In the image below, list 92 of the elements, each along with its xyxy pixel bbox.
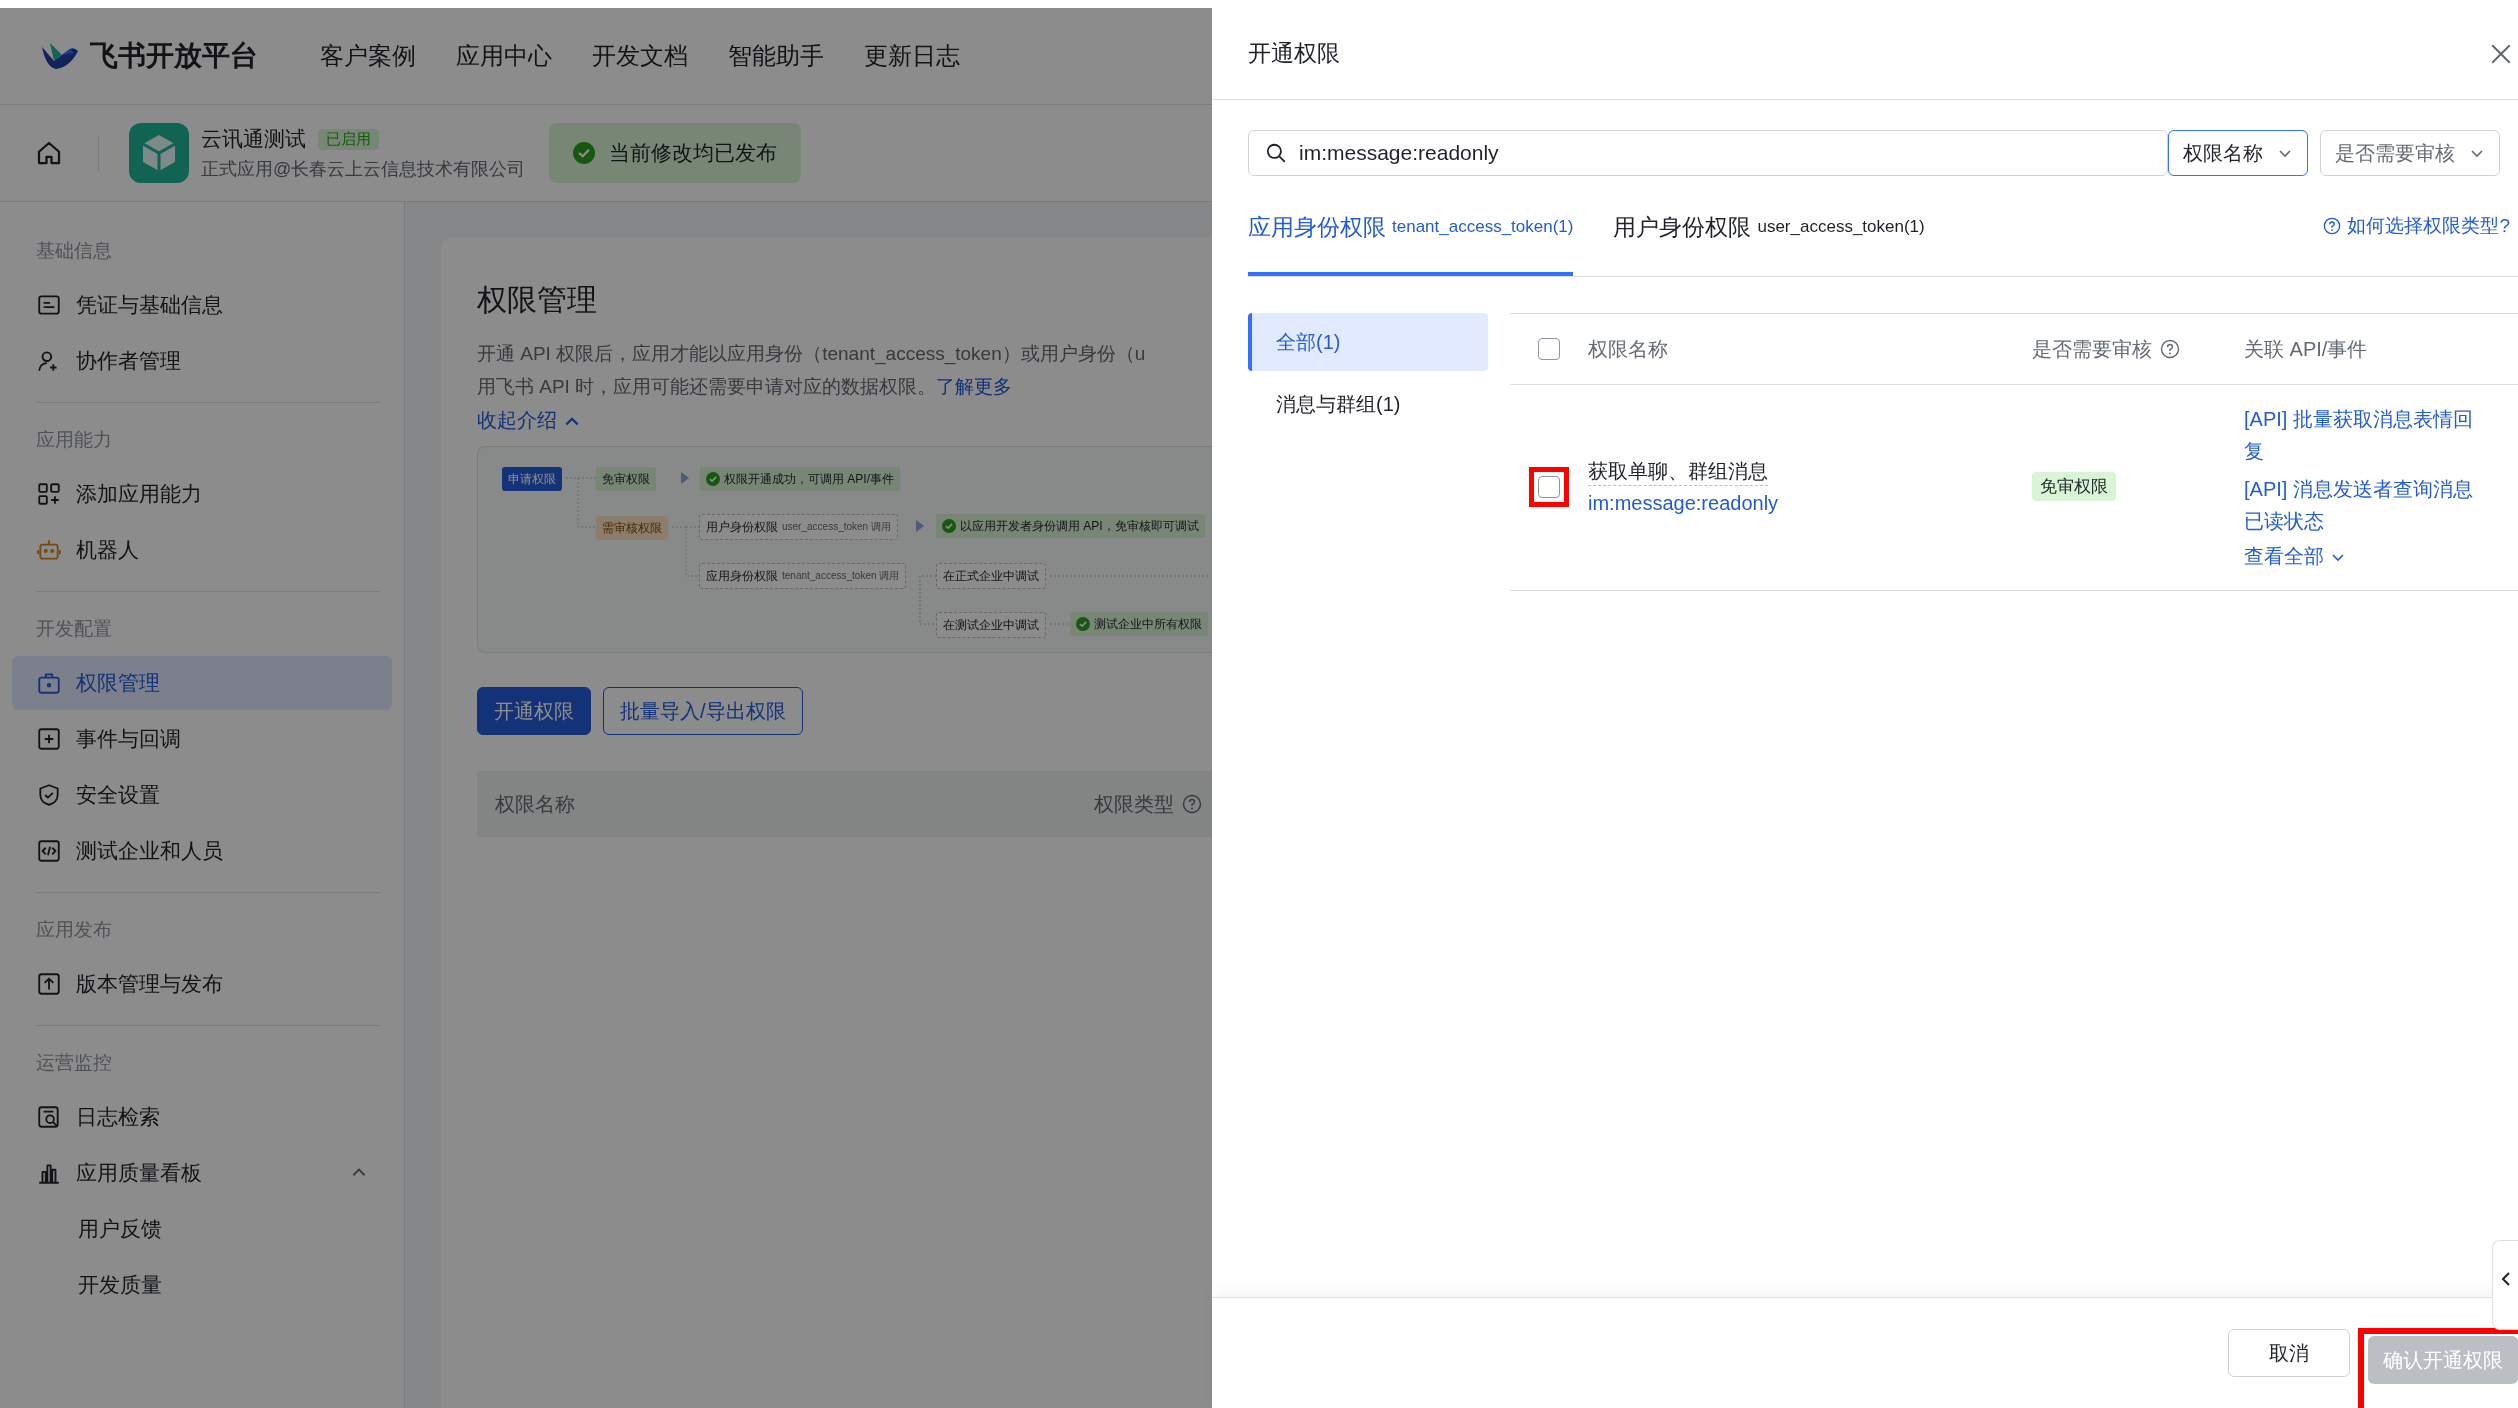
collapse-intro-link[interactable]: 收起介绍 bbox=[477, 407, 581, 434]
shield-icon bbox=[36, 782, 62, 808]
sidebar-group-title: 基础信息 bbox=[35, 239, 113, 263]
nav-link[interactable]: 开发文档 bbox=[592, 40, 688, 72]
help-link[interactable]: 如何选择权限类型? bbox=[2323, 176, 2518, 276]
column-header: 权限名称 bbox=[1588, 337, 1668, 360]
diagram-node: 以应用开发者身份调用 API，免审核即可调试 bbox=[936, 514, 1205, 538]
cube-app-icon bbox=[129, 123, 189, 183]
column-header: 权限类型 bbox=[1094, 791, 1174, 817]
check-circle-icon bbox=[1076, 617, 1090, 631]
description-text: 开通 API 权限后，应用才能以应用身份（tenant_access_token）或用户身份（u bbox=[477, 342, 1147, 367]
arrow-icon bbox=[916, 520, 924, 532]
sidebar-item[interactable]: 测试企业和人员 bbox=[12, 824, 392, 878]
sidebar-subitem[interactable]: 用户反馈 bbox=[12, 1202, 392, 1256]
sidebar-group-title: 运营监控 bbox=[35, 1051, 113, 1075]
category-item[interactable]: 全部(1) bbox=[1248, 313, 1488, 371]
cancel-button[interactable]: 取消 bbox=[2228, 1329, 2350, 1377]
diagram-node: 用户身份权限 user_access_token 调用 bbox=[699, 514, 898, 540]
publish-status-text: 当前修改均已发布 bbox=[609, 140, 778, 166]
diagram-node: 免审权限 bbox=[596, 467, 656, 491]
nav-link[interactable]: 智能助手 bbox=[728, 40, 824, 72]
column-header: 是否需要审核 bbox=[2032, 336, 2152, 362]
permission-tab[interactable]: 用户身份权限 user_access_token(1) bbox=[1613, 176, 1925, 276]
help-icon[interactable] bbox=[2160, 339, 2180, 359]
sidebar-item[interactable]: 应用质量看板 bbox=[12, 1146, 392, 1200]
view-all-link[interactable]: 查看全部 bbox=[2244, 543, 2480, 570]
plus-square-icon bbox=[36, 726, 62, 752]
diagram-node: 申请权限 bbox=[502, 467, 562, 491]
check-circle-icon bbox=[706, 472, 720, 486]
column-header: 关联 API/事件 bbox=[2244, 337, 2368, 360]
grid-icon bbox=[36, 481, 62, 507]
row-checkbox[interactable] bbox=[1538, 475, 1560, 498]
sidebar-item[interactable]: 协作者管理 bbox=[12, 334, 392, 388]
sidebar-item[interactable]: 版本管理与发布 bbox=[12, 957, 392, 1011]
sidebar-group-title: 应用能力 bbox=[35, 428, 113, 452]
diagram-node: 权限开通成功，可调用 API/事件 bbox=[700, 467, 900, 491]
code-icon bbox=[36, 838, 62, 864]
sidebar-item[interactable]: 添加应用能力 bbox=[12, 467, 392, 521]
api-link[interactable]: [API] 批量获取消息表情回复 bbox=[2244, 403, 2480, 467]
nav-link[interactable]: 更新日志 bbox=[864, 40, 960, 72]
category-item[interactable]: 消息与群组(1) bbox=[1248, 375, 1488, 433]
help-icon[interactable] bbox=[1182, 794, 1202, 814]
permission-code: im:message:readonly bbox=[1588, 492, 1780, 515]
search-file-icon bbox=[36, 1104, 62, 1130]
sidebar-item[interactable]: 事件与回调 bbox=[12, 712, 392, 766]
upload-icon bbox=[36, 971, 62, 997]
page-title: 权限管理 bbox=[477, 282, 598, 318]
sidebar-item[interactable]: 安全设置 bbox=[12, 768, 392, 822]
drawer-title: 开通权限 bbox=[1248, 39, 1340, 68]
diagram-node: 测试企业中所有权限 bbox=[1070, 612, 1208, 636]
search-icon bbox=[1265, 142, 1287, 164]
column-header: 权限名称 bbox=[495, 791, 575, 817]
robot-icon bbox=[36, 537, 62, 563]
learn-more-link[interactable]: 了解更多 bbox=[936, 376, 1013, 397]
sidebar-subitem[interactable]: 开发质量 bbox=[12, 1258, 392, 1312]
diagram-node: 需审核权限 bbox=[596, 516, 668, 540]
sidebar-item[interactable]: 权限管理 bbox=[12, 656, 392, 710]
diagram-node: 在测试企业中调试 bbox=[936, 612, 1046, 638]
nav-link[interactable]: 应用中心 bbox=[456, 40, 552, 72]
page-overlay[interactable] bbox=[0, 8, 1212, 1408]
close-icon[interactable] bbox=[2490, 42, 2512, 65]
sidebar-item[interactable]: 凭证与基础信息 bbox=[12, 278, 392, 332]
status-badge: 已启用 bbox=[318, 128, 379, 150]
review-tag: 免审权限 bbox=[2032, 472, 2116, 501]
diagram-node: 应用身份权限 tenant_access_token 调用 bbox=[699, 563, 907, 589]
diagram-node: 在正式企业中调试 bbox=[936, 563, 1046, 589]
description-text: 用飞书 API 时，应用可能还需要申请对应的数据权限。了解更多 bbox=[477, 375, 1014, 399]
sidebar-item[interactable]: 日志检索 bbox=[12, 1090, 392, 1144]
api-link[interactable]: [API] 消息发送者查询消息已读状态 bbox=[2244, 473, 2480, 537]
collapse-tab[interactable] bbox=[2492, 1240, 2518, 1330]
briefcase-icon bbox=[36, 670, 62, 696]
filter-dropdown[interactable]: 权限名称 bbox=[2168, 130, 2308, 176]
sidebar-item[interactable]: 机器人 bbox=[12, 523, 392, 577]
permission-name: 获取单聊、群组消息 bbox=[1588, 458, 1768, 486]
import-export-button[interactable]: 批量导入/导出权限 bbox=[603, 687, 803, 735]
brand-name[interactable]: 飞书开放平台 bbox=[90, 37, 258, 75]
select-all-checkbox[interactable] bbox=[1538, 338, 1560, 360]
sidebar-group-title: 应用发布 bbox=[35, 918, 113, 942]
permission-tab[interactable]: 应用身份权限 tenant_access_token(1) bbox=[1248, 176, 1574, 276]
app-subtitle: 正式应用@长春云上云信息技术有限公司 bbox=[201, 158, 526, 181]
filter-dropdown[interactable]: 是否需要审核 bbox=[2320, 130, 2500, 176]
id-card-icon bbox=[36, 292, 62, 318]
enable-permission-button[interactable]: 开通权限 bbox=[477, 687, 591, 735]
app-name: 云讯通测试 bbox=[201, 126, 306, 152]
arrow-icon bbox=[681, 472, 689, 484]
help-icon bbox=[2323, 217, 2342, 235]
bird-logo-icon bbox=[40, 41, 80, 71]
sidebar-group-title: 开发配置 bbox=[35, 617, 113, 641]
check-circle-icon bbox=[573, 142, 596, 164]
nav-link[interactable]: 客户案例 bbox=[320, 40, 416, 72]
check-circle-icon bbox=[942, 519, 956, 533]
search-field[interactable]: im:message:readonly bbox=[1248, 130, 2168, 176]
